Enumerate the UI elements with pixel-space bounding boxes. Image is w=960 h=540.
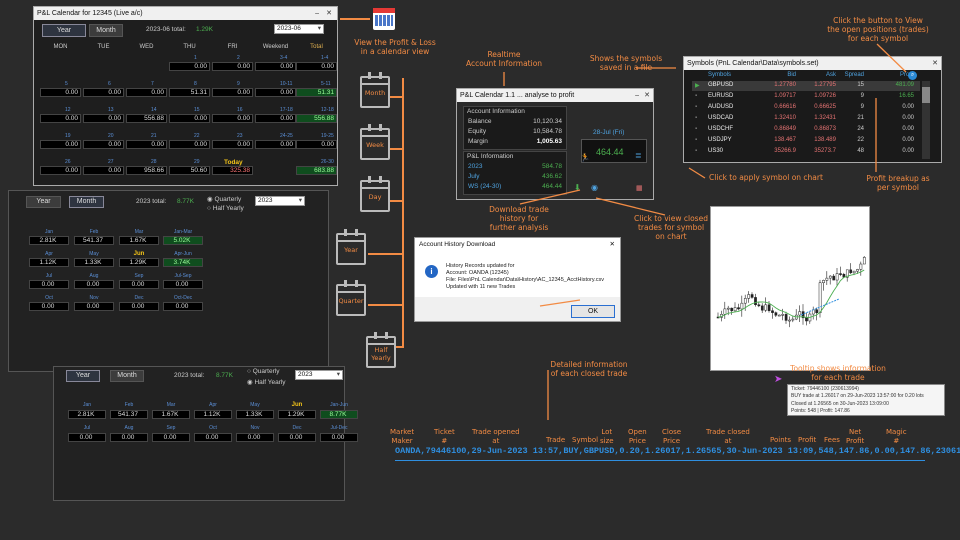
csv-header: Lot size — [600, 428, 614, 445]
csv-header: Symbol — [572, 436, 599, 444]
csv-header: Trade closed at — [706, 428, 750, 445]
csv-header: Points — [770, 436, 792, 444]
csv-header: Magic # — [886, 428, 907, 445]
csv-underline — [395, 460, 925, 461]
csv-header: Net Profit — [846, 428, 865, 445]
csv-header: Close Price — [662, 428, 682, 445]
csv-header: Trade — [546, 436, 566, 444]
csv-header: Fees — [824, 436, 840, 444]
annotation-arrows — [503, 43, 907, 420]
csv-header: Trade opened at — [472, 428, 520, 445]
csv-header: Market Maker — [390, 428, 415, 445]
csv-header: Profit — [798, 436, 817, 444]
csv-header: Ticket # — [434, 428, 455, 445]
csv-line: OANDA,79446100,29-Jun-2023 13:57,BUY,GBP… — [395, 446, 960, 456]
csv-header: Open Price — [628, 428, 647, 445]
